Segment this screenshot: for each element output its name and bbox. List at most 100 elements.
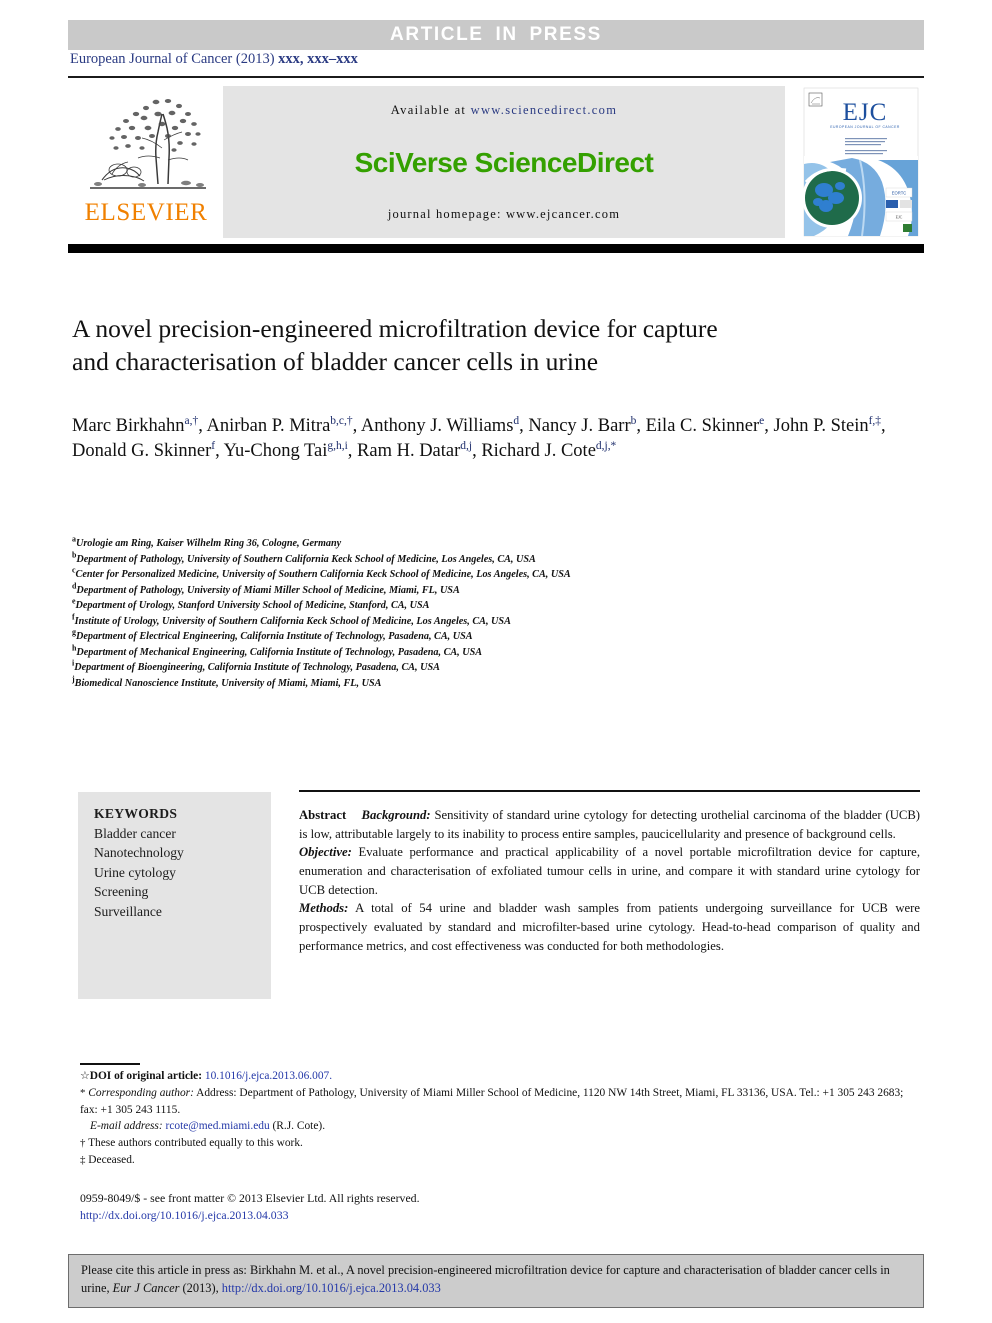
footnote-list: ☆DOI of original article: 10.1016/j.ejca…	[80, 1068, 920, 1168]
citation-year: (2013),	[182, 1280, 219, 1295]
sciverse-sciencedirect-logo: SciVerse ScienceDirect	[354, 146, 654, 178]
footnote-doi-value[interactable]: 10.1016/j.ejca.2013.06.007.	[205, 1070, 332, 1082]
author-name: Marc Birkhahn	[72, 416, 185, 436]
affiliation-item: bDepartment of Pathology, University of …	[72, 551, 912, 568]
footnote-email: E-mail address: rcote@med.miami.edu (R.J…	[80, 1118, 920, 1135]
affiliation-text: Center for Personalized Medicine, Univer…	[75, 569, 571, 580]
footnote-equal-contribution: † These authors contributed equally to t…	[80, 1135, 920, 1152]
affiliation-item: cCenter for Personalized Medicine, Unive…	[72, 566, 912, 583]
abstract-paragraph-objective: Objective: Evaluate performance and prac…	[299, 843, 920, 899]
affiliation-text: Department of Pathology, University of M…	[76, 584, 460, 596]
keywords-box: KEYWORDS Bladder cancer Nanotechnology U…	[78, 792, 271, 999]
page-title: A novel precision-engineered microfiltra…	[72, 312, 872, 378]
star-icon: ☆	[80, 1070, 90, 1082]
affiliation-item: eDepartment of Urology, Stanford Univers…	[72, 597, 912, 614]
elsevier-logo: ELSEVIER	[72, 86, 220, 238]
author-affiliation-marker: d	[513, 414, 520, 427]
deceased-text: Deceased.	[88, 1153, 135, 1166]
sciencedirect-panel: Available at www.sciencedirect.com SciVe…	[223, 86, 785, 238]
copyright-block: 0959-8049/$ - see front matter © 2013 El…	[80, 1190, 780, 1224]
footnote-corresponding-author: * Corresponding author: Address: Departm…	[80, 1085, 920, 1118]
abstract-top-rule	[299, 790, 920, 792]
citation-text: Please cite this article in press as: Bi…	[69, 1255, 923, 1298]
journal-volume-pages: xxx, xxx–xxx	[278, 51, 358, 67]
journal-citation-line: European Journal of Cancer (2013) xxx, x…	[70, 51, 358, 68]
author-affiliation-marker: f	[211, 440, 216, 452]
footnote-doi-original: ☆DOI of original article: 10.1016/j.ejca…	[80, 1068, 920, 1085]
affiliation-item: fInstitute of Urology, University of Sou…	[72, 613, 912, 630]
journal-homepage-url[interactable]: www.ejcancer.com	[506, 207, 620, 221]
abstract-section-text: A total of 54 urine and bladder wash sam…	[299, 901, 920, 953]
sciencedirect-url[interactable]: www.sciencedirect.com	[471, 103, 618, 117]
affiliation-text: Urologie am Ring, Kaiser Wilhelm Ring 36…	[75, 538, 342, 549]
equal-contribution-text: These authors contributed equally to thi…	[88, 1136, 303, 1149]
email-address[interactable]: rcote@med.miami.edu	[166, 1120, 270, 1132]
abstract-label: Abstract	[299, 808, 347, 822]
author-name: Yu-Chong Tai	[223, 441, 328, 462]
affiliation-item: hDepartment of Mechanical Engineering, C…	[72, 644, 912, 661]
abstract-section-text: Evaluate performance and practical appli…	[299, 845, 920, 897]
article-in-press-label: ARTICLE IN PRESS	[390, 24, 602, 45]
affiliation-item: gDepartment of Electrical Engineering, C…	[72, 628, 912, 645]
affiliation-item: aUrologie am Ring, Kaiser Wilhelm Ring 3…	[72, 535, 912, 552]
double-dagger-icon: ‡	[80, 1153, 86, 1166]
author-affiliation-marker: d,j,*	[595, 440, 617, 452]
available-at-line: Available at www.sciencedirect.com	[391, 103, 617, 118]
keyword-item: Nanotechnology	[94, 845, 184, 861]
journal-homepage-label: journal homepage:	[387, 207, 502, 221]
affiliation-item: iDepartment of Bioengineering, Californi…	[72, 659, 912, 676]
corresponding-author-label: Corresponding author:	[88, 1086, 194, 1099]
journal-name: European Journal of Cancer (2013)	[70, 51, 275, 67]
affiliation-text: Department of Urology, Stanford Universi…	[75, 600, 430, 611]
author-affiliation-marker: g,h,i	[327, 440, 348, 452]
author-name: Nancy J. Barr	[528, 416, 631, 436]
author-name: Anirban P. Mitra	[206, 416, 331, 436]
keyword-item: Urine cytology	[94, 864, 176, 880]
elsevier-tree-icon	[90, 99, 206, 189]
affiliation-text: Department of Electrical Engineering, Ca…	[75, 631, 473, 642]
author-name: Richard J. Cote	[481, 441, 596, 462]
author-affiliation-marker: f,‡	[868, 414, 882, 427]
corresponding-author-address: Address: Department of Pathology, Univer…	[80, 1086, 904, 1116]
affiliation-text: Department of Pathology, University of S…	[76, 553, 536, 565]
svg-text:EORTC: EORTC	[892, 191, 907, 196]
keyword-item: Bladder cancer	[94, 825, 176, 841]
keyword-item: Screening	[94, 884, 149, 900]
abstract-section-heading: Methods:	[299, 901, 349, 916]
footnote-rule	[80, 1063, 140, 1065]
author-affiliation-marker: e	[759, 414, 765, 427]
journal-masthead: ELSEVIER Available at www.sciencedirect.…	[68, 84, 924, 241]
affiliation-text: Biomedical Nanoscience Institute, Univer…	[74, 677, 382, 689]
journal-cover-thumbnail: EJC EUROPEAN JOURNAL OF CANCER EORTC EJC	[790, 86, 920, 238]
footnote-deceased: ‡ Deceased.	[80, 1152, 920, 1169]
author-affiliation-marker: b,c,†	[330, 414, 353, 427]
journal-homepage-line: journal homepage: www.ejcancer.com	[388, 207, 620, 222]
email-owner: (R.J. Cote).	[272, 1120, 326, 1133]
author-name: Anthony J. Williams	[360, 416, 514, 436]
author-list: Marc Birkhahna,†, Anirban P. Mitrab,c,†,…	[72, 414, 886, 462]
abstract-section-heading: Objective:	[299, 845, 352, 860]
affiliation-item: jBiomedical Nanoscience Institute, Unive…	[72, 675, 912, 692]
footnote-doi-label: DOI of original article:	[89, 1070, 203, 1082]
svg-text:EJC: EJC	[843, 99, 888, 126]
abstract-paragraph-background: Abstract Background: Sensitivity of stan…	[299, 806, 920, 843]
citation-journal: Eur J Cancer	[112, 1280, 180, 1295]
article-in-press-banner: ARTICLE IN PRESS	[68, 20, 924, 50]
available-at-label: Available at	[390, 103, 467, 117]
masthead-top-rule	[68, 76, 924, 78]
abstract-body: Abstract Background: Sensitivity of stan…	[299, 806, 920, 955]
dagger-icon: †	[80, 1136, 86, 1149]
citation-box: Please cite this article in press as: Bi…	[68, 1254, 924, 1308]
affiliation-text: Department of Bioengineering, California…	[74, 662, 440, 673]
author-name: John P. Stein	[773, 416, 869, 436]
author-affiliation-marker: d,j	[460, 440, 473, 452]
author-name: Donald G. Skinner	[72, 441, 212, 462]
article-first-page: ARTICLE IN PRESS European Journal of Can…	[0, 0, 992, 1323]
svg-text:EJC: EJC	[896, 214, 903, 219]
keyword-item: Surveillance	[94, 903, 162, 919]
copyright-line: 0959-8049/$ - see front matter © 2013 El…	[80, 1191, 420, 1205]
citation-url[interactable]: http://dx.doi.org/10.1016/j.ejca.2013.04…	[222, 1281, 441, 1295]
article-doi-url[interactable]: http://dx.doi.org/10.1016/j.ejca.2013.04…	[80, 1207, 780, 1224]
asterisk-icon: *	[80, 1086, 86, 1099]
author-name: Ram H. Datar	[357, 441, 461, 462]
